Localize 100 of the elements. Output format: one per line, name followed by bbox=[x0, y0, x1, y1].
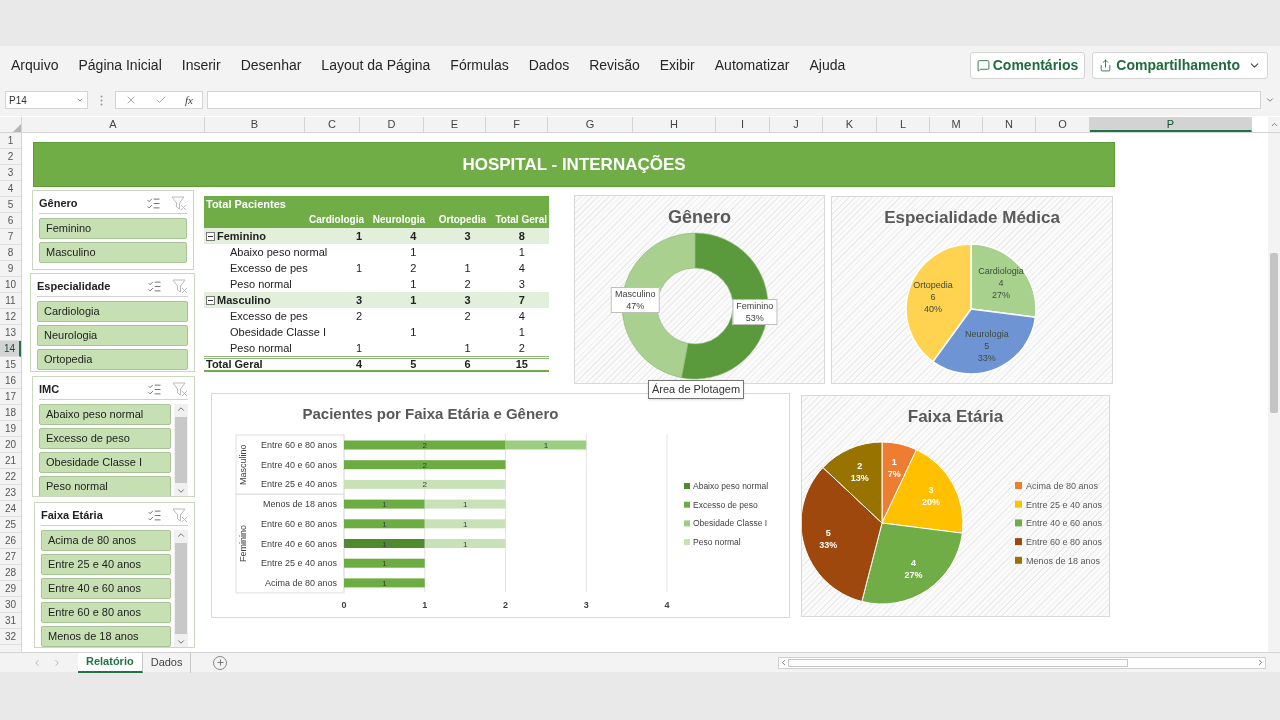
row-heading[interactable]: 2 bbox=[0, 149, 21, 165]
row-heading[interactable]: 18 bbox=[0, 405, 21, 421]
row-heading[interactable]: 20 bbox=[0, 437, 21, 453]
menu-item[interactable]: Dados bbox=[519, 54, 579, 76]
slicer-item[interactable]: Entre 60 e 80 anos bbox=[41, 601, 171, 623]
column-heading[interactable]: K bbox=[823, 117, 877, 132]
enter-icon[interactable] bbox=[155, 94, 167, 106]
formula-input[interactable] bbox=[207, 91, 1261, 109]
row-heading[interactable]: 25 bbox=[0, 517, 21, 533]
column-heading[interactable]: B bbox=[205, 117, 305, 132]
slicer-item[interactable]: Entre 40 e 60 anos bbox=[41, 577, 171, 599]
column-heading[interactable]: E bbox=[424, 117, 486, 132]
menu-item[interactable]: Exibir bbox=[650, 54, 704, 76]
row-heading[interactable]: 30 bbox=[0, 597, 21, 613]
column-heading[interactable]: D bbox=[360, 117, 424, 132]
row-heading[interactable]: 12 bbox=[0, 309, 21, 325]
column-heading[interactable]: G bbox=[548, 117, 633, 132]
row-heading[interactable]: 7 bbox=[0, 229, 21, 245]
row-heading[interactable]: 10 bbox=[0, 277, 21, 293]
slicer-item[interactable]: Masculino bbox=[39, 241, 187, 263]
row-heading[interactable]: 32 bbox=[0, 629, 21, 645]
row-heading[interactable]: 4 bbox=[0, 181, 21, 197]
next-sheet-icon[interactable] bbox=[52, 657, 62, 668]
scroll-down-icon[interactable] bbox=[176, 637, 186, 647]
column-heading[interactable]: F bbox=[486, 117, 548, 132]
expand-formula-icon[interactable] bbox=[1265, 95, 1275, 105]
scroll-right-icon[interactable] bbox=[1256, 658, 1265, 667]
scrollbar[interactable] bbox=[174, 403, 188, 496]
menu-item[interactable]: Revisão bbox=[580, 54, 649, 76]
slicer-item[interactable]: Cardiologia bbox=[37, 300, 188, 322]
scroll-up-button[interactable] bbox=[1268, 117, 1280, 132]
slicer-item[interactable]: Acima de 80 anos bbox=[41, 529, 171, 551]
slicer-item[interactable]: Peso normal bbox=[39, 475, 171, 496]
column-heading[interactable]: A bbox=[22, 117, 205, 132]
scrollbar[interactable] bbox=[174, 529, 188, 647]
caret-icon[interactable] bbox=[76, 96, 84, 104]
scroll-left-icon[interactable] bbox=[779, 658, 788, 667]
column-heading[interactable]: L bbox=[877, 117, 930, 132]
menu-item[interactable]: Automatizar bbox=[705, 54, 799, 76]
column-heading[interactable]: O bbox=[1036, 117, 1090, 132]
slicer-item[interactable]: Feminino bbox=[39, 217, 187, 239]
column-heading[interactable]: C bbox=[305, 117, 360, 132]
row-heading[interactable]: 27 bbox=[0, 549, 21, 565]
row-heading[interactable]: 19 bbox=[0, 421, 21, 437]
slicer-item[interactable]: Excesso de peso bbox=[39, 427, 171, 449]
slicer-item[interactable]: Neurologia bbox=[37, 324, 188, 346]
cancel-icon[interactable] bbox=[125, 94, 137, 106]
horizontal-scrollbar[interactable] bbox=[778, 656, 1266, 669]
insert-function-button[interactable]: fx bbox=[185, 91, 193, 109]
menu-item[interactable]: Desenhar bbox=[231, 54, 311, 76]
row-heading[interactable]: 29 bbox=[0, 581, 21, 597]
multi-select-icon[interactable] bbox=[147, 381, 162, 397]
name-box[interactable]: P14 bbox=[5, 91, 88, 109]
menu-item[interactable]: Página Inicial bbox=[69, 54, 171, 76]
slicer-item[interactable]: Ortopedia bbox=[37, 348, 188, 370]
previous-sheet-icon[interactable] bbox=[32, 657, 42, 668]
multi-select-icon[interactable] bbox=[146, 195, 161, 211]
row-heading[interactable]: 22 bbox=[0, 469, 21, 485]
row-heading[interactable]: 14 bbox=[0, 341, 21, 357]
row-heading[interactable]: 5 bbox=[0, 197, 21, 213]
row-heading[interactable]: 17 bbox=[0, 389, 21, 405]
collapse-icon[interactable] bbox=[206, 231, 215, 241]
vertical-scrollbar[interactable] bbox=[1268, 133, 1280, 652]
column-heading[interactable]: M bbox=[930, 117, 983, 132]
menu-item[interactable]: Layout da Página bbox=[312, 54, 440, 76]
row-heading[interactable]: 24 bbox=[0, 501, 21, 517]
slicer-item[interactable]: Abaixo peso normal bbox=[39, 403, 171, 425]
column-heading[interactable]: I bbox=[716, 117, 770, 132]
row-heading[interactable]: 28 bbox=[0, 565, 21, 581]
multi-select-icon[interactable] bbox=[147, 507, 162, 523]
collapse-icon[interactable] bbox=[206, 295, 215, 305]
column-heading[interactable]: H bbox=[633, 117, 716, 132]
scroll-down-icon[interactable] bbox=[176, 486, 186, 496]
row-heading[interactable]: 16 bbox=[0, 373, 21, 389]
column-heading[interactable]: J bbox=[770, 117, 823, 132]
column-heading[interactable]: P bbox=[1090, 117, 1252, 132]
row-heading[interactable]: 23 bbox=[0, 485, 21, 501]
row-heading[interactable]: 31 bbox=[0, 613, 21, 629]
slicer-item[interactable]: Obesidade Classe I bbox=[39, 451, 171, 473]
row-heading[interactable]: 3 bbox=[0, 165, 21, 181]
menu-item[interactable]: Ajuda bbox=[800, 54, 855, 76]
row-heading[interactable]: 15 bbox=[0, 357, 21, 373]
row-heading[interactable]: 8 bbox=[0, 245, 21, 261]
share-button[interactable]: Compartilhamento bbox=[1092, 51, 1268, 79]
slicer-item[interactable]: Menos de 18 anos bbox=[41, 625, 171, 647]
menu-item[interactable]: Arquivo bbox=[2, 54, 68, 76]
slicer-item[interactable]: Entre 25 e 40 anos bbox=[41, 553, 171, 575]
comments-button[interactable]: Comentários bbox=[969, 51, 1086, 79]
sheet-tab[interactable]: Dados bbox=[142, 652, 192, 673]
menu-item[interactable]: Fórmulas bbox=[441, 54, 518, 76]
row-heading[interactable]: 11 bbox=[0, 293, 21, 309]
row-heading[interactable]: 26 bbox=[0, 533, 21, 549]
multi-select-icon[interactable] bbox=[147, 278, 162, 294]
menu-item[interactable]: Inserir bbox=[172, 54, 230, 76]
sheet-tab[interactable]: Relatório bbox=[78, 652, 143, 673]
column-heading[interactable]: N bbox=[983, 117, 1036, 132]
row-heading[interactable]: 1 bbox=[0, 133, 21, 149]
row-heading[interactable]: 21 bbox=[0, 453, 21, 469]
row-heading[interactable]: 9 bbox=[0, 261, 21, 277]
row-heading[interactable]: 6 bbox=[0, 213, 21, 229]
